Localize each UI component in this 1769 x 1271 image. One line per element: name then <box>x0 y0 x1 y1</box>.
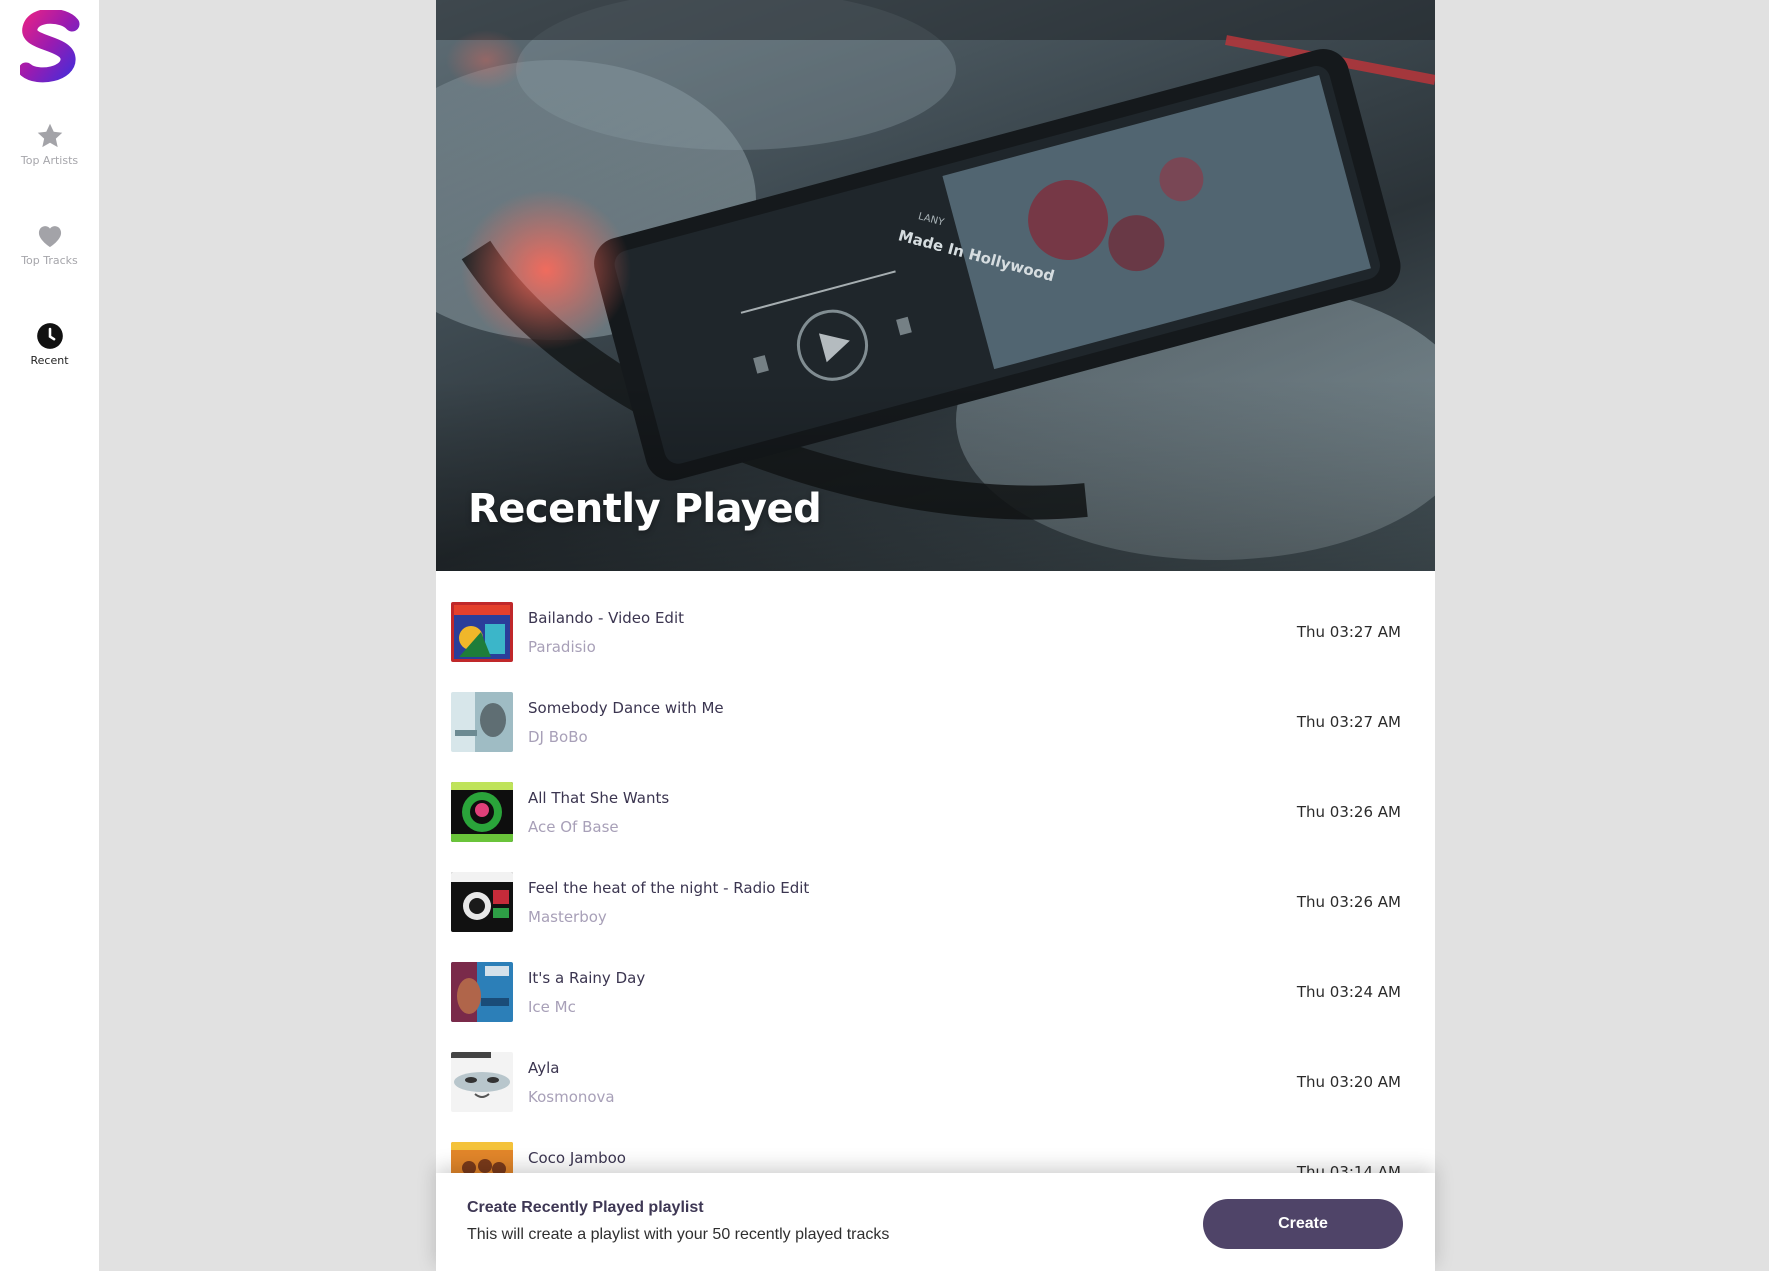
star-icon <box>37 123 62 148</box>
playlist-description: This will create a playlist with your 50… <box>467 1226 890 1243</box>
table-row[interactable]: Feel the heat of the night - Radio Edit … <box>436 841 1435 932</box>
played-time: Thu 03:26 AM <box>1296 893 1401 911</box>
sidebar-item-label: Top Tracks <box>21 254 78 267</box>
track-list: Bailando - Video Edit Paradisio Thu 03:2… <box>436 571 1435 1202</box>
played-time: Thu 03:26 AM <box>1296 803 1401 821</box>
track-artist[interactable]: Kosmonova <box>528 1088 615 1106</box>
sidebar-item-top-tracks[interactable]: Top Tracks <box>0 222 99 267</box>
album-cover <box>451 962 513 1022</box>
create-playlist-bar: Create Recently Played playlist This wil… <box>436 1173 1435 1271</box>
sidebar-item-recent[interactable]: Recent <box>0 322 99 367</box>
album-cover <box>451 692 513 752</box>
album-cover <box>451 872 513 932</box>
track-artist[interactable]: Ace Of Base <box>528 818 619 836</box>
heart-icon <box>38 226 61 248</box>
track-name[interactable]: It's a Rainy Day <box>528 969 645 987</box>
app-logo[interactable] <box>20 10 80 84</box>
track-name[interactable]: All That She Wants <box>528 789 669 807</box>
table-row[interactable]: Bailando - Video Edit Paradisio Thu 03:2… <box>436 571 1435 662</box>
played-time: Thu 03:27 AM <box>1296 623 1401 641</box>
track-artist[interactable]: Ice Mc <box>528 998 576 1016</box>
main-content: Made In Hollywood LANY Recently Played B… <box>436 0 1435 1271</box>
sidebar: Top Artists Top Tracks Recent <box>0 0 99 1271</box>
track-name[interactable]: Bailando - Video Edit <box>528 609 684 627</box>
table-row[interactable]: Ayla Kosmonova Thu 03:20 AM <box>436 1021 1435 1112</box>
page-title: Recently Played <box>468 486 822 532</box>
track-artist[interactable]: Paradisio <box>528 638 596 656</box>
playlist-title: Create Recently Played playlist <box>467 1199 704 1216</box>
track-name[interactable]: Coco Jamboo <box>528 1149 626 1167</box>
track-name[interactable]: Somebody Dance with Me <box>528 699 724 717</box>
played-time: Thu 03:27 AM <box>1296 713 1401 731</box>
sidebar-item-top-artists[interactable]: Top Artists <box>0 122 99 167</box>
album-cover <box>451 602 513 662</box>
table-row[interactable]: It's a Rainy Day Ice Mc Thu 03:24 AM <box>436 931 1435 1022</box>
sidebar-item-label: Recent <box>30 354 69 367</box>
played-time: Thu 03:24 AM <box>1296 983 1401 1001</box>
track-artist[interactable]: Masterboy <box>528 908 607 926</box>
album-cover <box>451 1052 513 1112</box>
track-name[interactable]: Feel the heat of the night - Radio Edit <box>528 879 809 897</box>
table-row[interactable]: Somebody Dance with Me DJ BoBo Thu 03:27… <box>436 661 1435 752</box>
sidebar-item-label: Top Artists <box>20 154 79 167</box>
track-name[interactable]: Ayla <box>528 1059 559 1077</box>
clock-icon <box>36 323 63 349</box>
album-cover <box>451 782 513 842</box>
hero-banner: Made In Hollywood LANY Recently Played <box>436 0 1435 571</box>
track-artist[interactable]: DJ BoBo <box>528 728 588 746</box>
table-row[interactable]: All That She Wants Ace Of Base Thu 03:26… <box>436 751 1435 842</box>
create-playlist-button[interactable]: Create <box>1203 1199 1403 1249</box>
played-time: Thu 03:20 AM <box>1296 1073 1401 1091</box>
